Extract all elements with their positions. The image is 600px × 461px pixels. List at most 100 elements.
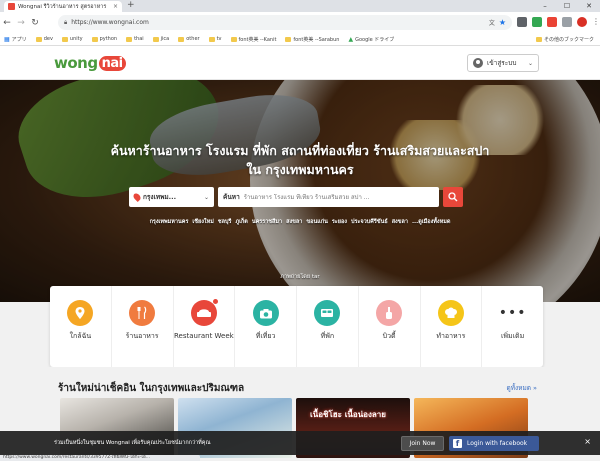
bookmark-star-icon[interactable]: ★ (499, 18, 506, 27)
search-keyword-label: ค้นหา (223, 193, 240, 201)
more-dots-icon: ••• (498, 305, 527, 321)
other-bookmarks[interactable]: その他のブックマーク (535, 36, 594, 43)
search-form: กรุงเทพม... ⌄ ค้นหา (129, 187, 463, 207)
wongnai-logo[interactable]: wong nai (54, 54, 126, 72)
minimize-icon[interactable]: – (534, 0, 556, 12)
category-attractions[interactable]: ที่เที่ยว (235, 286, 297, 367)
chef-hat-icon (437, 300, 464, 326)
translate-icon[interactable]: 文 (489, 18, 495, 27)
bed-icon (314, 300, 341, 326)
category-restaurant-week[interactable]: Restaurant Week (174, 286, 236, 367)
join-now-button[interactable]: Join Now (401, 436, 444, 451)
extension-icon[interactable] (532, 17, 542, 27)
category-beauty[interactable]: บิวตี้ (359, 286, 421, 367)
category-restaurants[interactable]: ร้านอาหาร (112, 286, 174, 367)
hero-title: ค้นหาร้านอาหาร โรงแรม ที่พัก สถานที่ท่อง… (110, 143, 490, 177)
search-input[interactable] (243, 193, 434, 201)
city-link[interactable]: กรุงเทพมหานคร (150, 218, 189, 226)
nail-polish-icon (376, 300, 403, 326)
city-quick-links: กรุงเทพมหานคร เชียงใหม่ ชลบุรี ภูเก็ต นค… (0, 218, 600, 226)
restaurant-week-icon (190, 299, 218, 326)
extension-icon[interactable] (547, 17, 557, 27)
city-link[interactable]: นครราชสีมา (252, 218, 282, 226)
url-field[interactable]: 🔒︎ https://www.wongnai.com 文 ★ (58, 15, 512, 30)
folder-icon (35, 36, 42, 42)
chevron-down-icon: ⌄ (527, 59, 533, 67)
category-strip: ใกล้ฉัน ร้านอาหาร Restaurant Week ที่เที… (50, 286, 543, 367)
location-value: กรุงเทพม... (143, 193, 177, 201)
search-icon (448, 192, 458, 202)
city-link[interactable]: สงขลา (392, 218, 408, 226)
bookmark-folder[interactable]: font英美 --Sarabun (285, 36, 339, 43)
all-cities-link[interactable]: ...ดูเมืองทั้งหมด (412, 218, 450, 226)
browser-status-url: https://www.wongnai.com/restaurants/3395… (0, 455, 200, 461)
city-link[interactable]: ภูเก็ต (235, 218, 247, 226)
city-link[interactable]: ระยอง (332, 218, 347, 226)
banner-message: ร่วมเป็นหนึ่งในชุมชน Wongnai เพื่อรับคุณ… (54, 440, 211, 446)
maximize-icon[interactable]: ☐ (556, 0, 578, 12)
folder-icon (126, 36, 133, 42)
join-banner: ร่วมเป็นหนึ่งในชุมชน Wongnai เพื่อรับคุณ… (0, 431, 600, 455)
folder-icon (152, 36, 159, 42)
new-tab-button[interactable]: + (127, 0, 135, 11)
extension-icon[interactable] (562, 17, 572, 27)
browser-tab-bar: Wongnai รีวิวร้านอาหาร สูตรอาหาร × + – ☐… (0, 0, 600, 12)
bookmark-folder[interactable]: dev (35, 36, 53, 42)
close-window-icon[interactable]: ✕ (578, 0, 600, 12)
bookmark-folder[interactable]: python (91, 36, 117, 42)
city-link[interactable]: เชียงใหม่ (192, 218, 213, 226)
notification-dot (212, 299, 218, 304)
user-avatar-icon (473, 58, 483, 68)
menu-dots-icon[interactable]: ⋮ (592, 17, 600, 27)
hero-banner: ค้นหาร้านอาหาร โรงแรม ที่พัก สถานที่ท่อง… (0, 80, 600, 302)
reload-icon[interactable]: ↻ (28, 18, 42, 28)
back-icon[interactable]: ← (0, 18, 14, 28)
search-button[interactable] (443, 187, 463, 207)
city-link[interactable]: ขอนแก่น (306, 218, 327, 226)
bookmark-folder[interactable]: other (178, 36, 200, 42)
bookmark-folder[interactable]: jica (152, 36, 169, 42)
tab-close-icon[interactable]: × (113, 3, 118, 10)
bookmark-folder[interactable]: font英美 --Kanit (230, 36, 276, 43)
section-title: ร้านใหม่น่าเช็คอิน ในกรุงเทพและปริมณฑล (58, 383, 245, 394)
camera-icon (252, 300, 279, 326)
bookmark-apps[interactable]: ▦ アプリ (4, 36, 27, 43)
chevron-down-icon: ⌄ (203, 193, 209, 201)
facebook-login-button[interactable]: f Login with facebook (449, 436, 539, 451)
folder-icon (61, 36, 68, 42)
facebook-login-label: Login with facebook (467, 440, 528, 447)
favicon-icon (8, 3, 15, 10)
folder-icon (535, 37, 542, 42)
site-header: wong nai เข้าสู่ระบบ ⌄ (0, 46, 600, 80)
profile-icon[interactable] (577, 17, 587, 27)
city-link[interactable]: ชลบุรี (218, 218, 232, 226)
category-more[interactable]: ••• เพิ่มเติม (482, 286, 543, 367)
cutlery-icon (129, 300, 156, 326)
bookmark-folder[interactable]: thai (126, 36, 144, 42)
browser-tab[interactable]: Wongnai รีวิวร้านอาหาร สูตรอาหาร × (4, 1, 122, 12)
lock-icon: 🔒︎ (64, 18, 68, 26)
category-hotels[interactable]: ที่พัก (297, 286, 359, 367)
location-select[interactable]: กรุงเทพม... ⌄ (129, 187, 214, 207)
extension-icon[interactable] (517, 17, 527, 27)
bookmark-drive[interactable]: ▲ Google ドライブ (348, 36, 394, 43)
banner-close-icon[interactable]: × (584, 437, 591, 446)
url-text: https://www.wongnai.com (71, 19, 149, 26)
city-link[interactable]: สงขลา (286, 218, 302, 226)
city-link[interactable]: ประจวบคีรีขันธ์ (351, 218, 388, 226)
folder-icon (285, 36, 292, 42)
category-nearby[interactable]: ใกล้ฉัน (50, 286, 112, 367)
login-button[interactable]: เข้าสู่ระบบ ⌄ (467, 54, 539, 72)
location-pin-icon (67, 300, 94, 326)
photo-credit[interactable]: ภาพถ่ายโดย tar (0, 273, 600, 281)
bookmark-folder[interactable]: unity (61, 36, 83, 42)
see-all-link[interactable]: ดูทั้งหมด » (506, 383, 537, 393)
forward-icon[interactable]: → (14, 18, 28, 28)
bookmark-folder[interactable]: tv (208, 36, 222, 42)
extensions: ⋮ (517, 17, 600, 27)
folder-icon (91, 36, 98, 42)
search-box[interactable]: ค้นหา (218, 187, 439, 207)
category-cooking[interactable]: ทำอาหาร (421, 286, 483, 367)
location-pin-icon (132, 192, 142, 202)
address-bar-row: ← → ↻ 🔒︎ https://www.wongnai.com 文 ★ ⋮ (0, 12, 600, 33)
